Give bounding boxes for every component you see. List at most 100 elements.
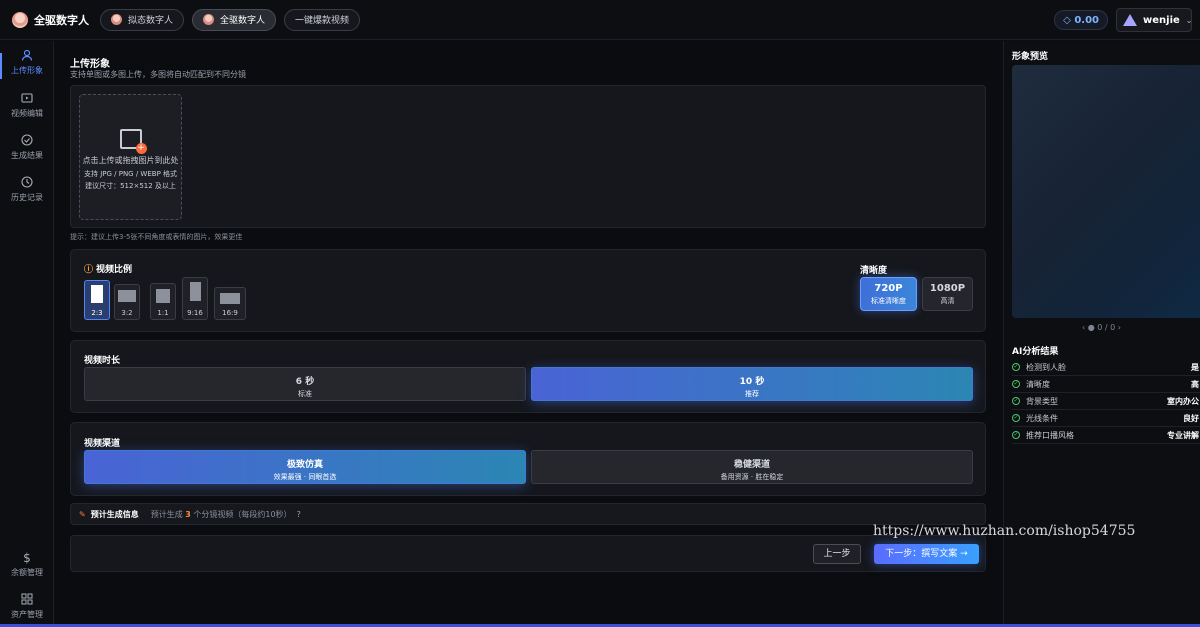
ratio-option-1-1[interactable]: 1:1: [150, 283, 176, 320]
analysis-label: 检测到人脸: [1026, 362, 1066, 372]
sidebar-item-results[interactable]: 生成结果: [0, 134, 54, 161]
channel-stable-option[interactable]: 稳健渠道备用资源 · 胜在稳定: [531, 450, 973, 484]
watermark-text: https://www.huzhan.com/ishop54755: [873, 523, 1136, 539]
channel-desc: 备用资源 · 胜在稳定: [720, 473, 784, 481]
user-menu[interactable]: wenjie ⌄: [1116, 8, 1192, 32]
ratio-option-9-16[interactable]: 9:16: [182, 277, 208, 320]
video-edit-icon: [0, 92, 54, 105]
resolution-label: 720P: [874, 283, 903, 294]
ratio-label: 1:1: [157, 309, 169, 317]
avatar-icon: [111, 14, 122, 25]
channel-realistic-option[interactable]: 极致仿真效果最强 · 同眼首选: [84, 450, 526, 484]
analysis-label: 清晰度: [1026, 379, 1050, 389]
action-bar: 上一步 下一步：撰写文案 →: [70, 535, 986, 572]
dollar-icon: $: [23, 551, 31, 565]
image-upload-icon: [119, 129, 147, 154]
duration-10s-option[interactable]: 10 秒推荐: [531, 367, 973, 401]
grid-icon: [0, 593, 54, 606]
page-title: 上传形象: [70, 59, 110, 70]
channel-label: 稳健渠道: [733, 460, 770, 470]
analysis-row: ✓ 推荐口播风格 专业讲解: [1012, 427, 1200, 444]
analysis-label: 背景类型: [1026, 396, 1058, 406]
estimate-count: 3: [185, 509, 191, 519]
chevron-down-icon: ⌄: [1185, 15, 1193, 25]
analysis-row: ✓ 背景类型 室内办公: [1012, 393, 1200, 410]
analysis-value: 高: [1191, 379, 1199, 389]
estimate-label: 预计生成信息: [90, 509, 139, 519]
sidebar-item-label: 上传形象: [11, 66, 43, 75]
image-dropzone[interactable]: 点击上传或拖拽图片到此处 支持 JPG / PNG / WEBP 格式 建议尺寸…: [79, 94, 182, 220]
dropzone-size-hint: 建议尺寸：512×512 及以上: [85, 182, 176, 190]
resolution-1080p-button[interactable]: 1080P 高清: [922, 277, 973, 311]
duration-label: 10 秒: [739, 377, 765, 387]
info-icon: ⓘ: [84, 265, 94, 275]
username: wenjie: [1143, 14, 1180, 26]
analysis-value: 室内办公: [1167, 396, 1199, 406]
tab-viral-video[interactable]: 一键爆款视频: [284, 8, 361, 31]
ratio-label: 2:3: [91, 309, 103, 317]
ratio-title: ⓘ 视频比例: [84, 262, 132, 275]
ratio-option-16-9[interactable]: 16:9: [214, 287, 246, 320]
estimate-suffix: 个分镜视频（每段约10秒）: [193, 509, 292, 519]
tab-full-drive-human[interactable]: 全驱数字人: [192, 8, 277, 31]
ratio-label: 16:9: [222, 309, 238, 317]
analysis-row: ✓ 光线条件 良好: [1012, 410, 1200, 427]
sidebar-item-assets[interactable]: 资产管理: [0, 593, 54, 620]
ratio-option-3-2[interactable]: 3:2: [114, 284, 140, 320]
avatar-icon: [203, 14, 215, 25]
app-logo[interactable]: 全驱数字人: [12, 11, 100, 28]
sidebar: 上传形象 视频编辑 生成结果 历史记录 $ 余额管理 资产管理: [0, 41, 54, 627]
estimate-bar: ✎ 预计生成信息 预计生成 3 个分镜视频（每段约10秒） ?: [70, 503, 986, 525]
check-icon: ✓: [1012, 414, 1020, 422]
preview-title: 形象预览: [1012, 52, 1049, 62]
analysis-row: ✓ 清晰度 高: [1012, 376, 1200, 393]
analysis-label: 推荐口播风格: [1026, 430, 1074, 440]
sidebar-item-video-edit[interactable]: 视频编辑: [0, 92, 54, 119]
dropzone-formats: 支持 JPG / PNG / WEBP 格式: [83, 170, 178, 178]
sidebar-item-label: 余额管理: [11, 568, 43, 577]
ratio-option-2-3[interactable]: 2:3: [84, 280, 110, 320]
check-icon: ✓: [1012, 363, 1020, 371]
tab-label: 一键爆款视频: [295, 16, 350, 26]
sidebar-item-balance[interactable]: $ 余额管理: [0, 551, 54, 578]
duration-label: 6 秒: [295, 377, 315, 387]
analysis-row: ✓ 检测到人脸 是: [1012, 359, 1200, 376]
resolution-title: 清晰度: [860, 266, 888, 276]
sidebar-item-upload[interactable]: 上传形象: [0, 49, 54, 79]
analysis-label: 光线条件: [1026, 413, 1058, 423]
top-bar: 全驱数字人 拟态数字人 全驱数字人 一键爆款视频 ◇ 0.00 wenjie ⌄: [0, 0, 1200, 40]
sidebar-item-label: 历史记录: [11, 193, 43, 202]
channel-desc: 效果最强 · 同眼首选: [273, 473, 337, 481]
duration-desc: 推荐: [745, 390, 759, 398]
right-panel: 形象预览 ‹ ● 0 / 0 › AI分析结果 ✓ 检测到人脸 是 ✓ 清晰度 高 ✓ 背…: [1003, 41, 1200, 627]
duration-6s-option[interactable]: 6 秒标准: [84, 367, 526, 401]
help-icon[interactable]: ?: [297, 510, 301, 519]
duration-panel: 视频时长 6 秒标准 10 秒推荐: [70, 340, 986, 413]
sidebar-item-history[interactable]: 历史记录: [0, 176, 54, 203]
avatar-preview: [1012, 65, 1200, 318]
channel-label: 极致仿真: [286, 460, 323, 470]
resolution-desc: 高清: [940, 297, 955, 305]
preview-pager[interactable]: ‹ ● 0 / 0 ›: [1082, 323, 1121, 332]
duration-title: 视频时长: [84, 356, 121, 366]
balance-badge[interactable]: ◇ 0.00: [1054, 10, 1108, 30]
channel-panel: 视频渠道 极致仿真 效果最强 · 同眼首选 稳健渠道 备用资源 · 胜在稳定: [70, 422, 986, 496]
app-title: 全驱数字人: [34, 13, 89, 27]
prev-step-button[interactable]: 上一步: [813, 544, 861, 564]
tab-mimic-human[interactable]: 拟态数字人: [100, 8, 185, 31]
check-circle-icon: [0, 134, 54, 147]
pen-icon: ✎: [79, 509, 86, 519]
upload-panel: 点击上传或拖拽图片到此处 支持 JPG / PNG / WEBP 格式 建议尺寸…: [70, 85, 986, 228]
analysis-value: 良好: [1183, 413, 1199, 423]
sidebar-item-label: 视频编辑: [11, 109, 43, 118]
upload-tip: 提示：建议上传3-5张不同角度或表情的图片，效果更佳: [70, 233, 243, 241]
resolution-desc: 标准清晰度: [871, 297, 906, 305]
check-icon: ✓: [1012, 431, 1020, 439]
user-icon: [0, 49, 54, 62]
resolution-720p-button[interactable]: 720P 标准清晰度: [860, 277, 917, 311]
resolution-label: 1080P: [929, 283, 966, 294]
next-step-button[interactable]: 下一步：撰写文案 →: [874, 544, 979, 564]
analysis-title: AI分析结果: [1012, 347, 1059, 357]
main-content: 上传形象 支持单图或多图上传，多图将自动匹配到不同分镜 点击上传或拖拽图片到此处…: [55, 41, 1002, 627]
ratio-title-text: 视频比例: [96, 265, 133, 275]
